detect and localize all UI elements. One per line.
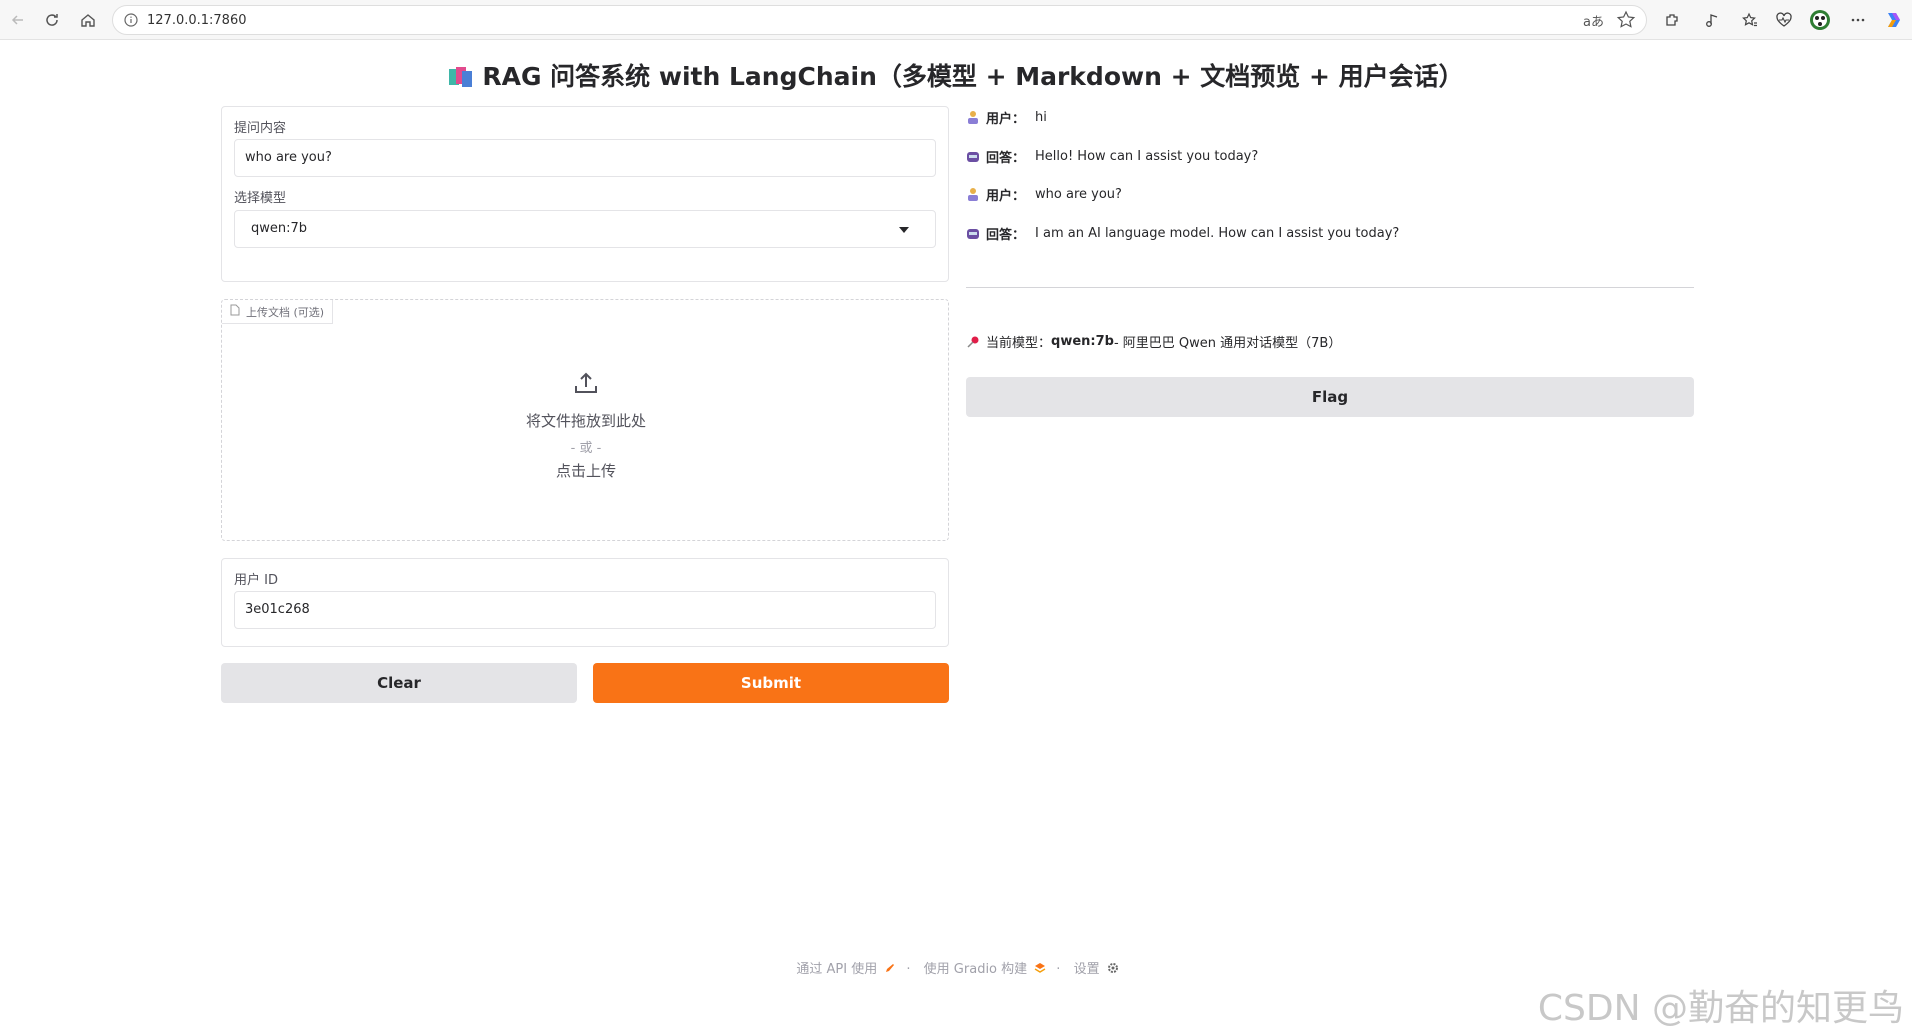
chat-speaker: 回答： <box>986 150 1026 166</box>
more-menu-icon[interactable] <box>1846 8 1870 32</box>
footer-built-text: 使用 Gradio 构建 <box>923 962 1028 977</box>
user-avatar-icon <box>968 188 978 201</box>
rocket-icon <box>886 964 895 972</box>
model-select[interactable]: qwen:7b <box>234 210 936 248</box>
flag-button[interactable]: Flag <box>966 377 1694 417</box>
home-icon[interactable] <box>76 8 100 32</box>
browser-toolbar: 127.0.0.1:7860 aあ <box>0 0 1912 40</box>
current-model-name: qwen:7b <box>1051 334 1114 349</box>
books-icon <box>449 67 473 87</box>
model-select-label: 选择模型 <box>234 191 287 206</box>
chat-text: hi <box>1035 109 1047 125</box>
user-id-panel: 用户 ID 3e01c268 <box>221 558 949 647</box>
upload-label-text: 上传文档 (可选) <box>246 306 325 319</box>
robot-icon <box>967 152 979 162</box>
chat-speaker: 用户： <box>986 188 1026 204</box>
chat-text: I am an AI language model. How can I ass… <box>1035 225 1400 241</box>
health-icon[interactable] <box>1772 8 1796 32</box>
user-id-label: 用户 ID <box>234 573 278 588</box>
gear-icon <box>1107 963 1118 973</box>
model-select-value: qwen:7b <box>251 221 308 236</box>
question-label: 提问内容 <box>234 121 287 136</box>
footer-gradio-link[interactable]: 使用 Gradio 构建 <box>921 962 1046 977</box>
favorite-star-icon[interactable] <box>1616 10 1636 30</box>
reload-icon[interactable] <box>40 8 64 32</box>
input-panel: 提问内容 who are you? 选择模型 qwen:7b <box>221 106 949 282</box>
upload-icon[interactable] <box>573 370 599 396</box>
read-aloud-icon[interactable]: aあ <box>1583 11 1604 30</box>
footer-separator: · <box>906 962 911 977</box>
submit-button[interactable]: Submit <box>593 663 949 703</box>
favorites-icon[interactable] <box>1738 8 1762 32</box>
user-id-input[interactable]: 3e01c268 <box>234 591 936 629</box>
divider <box>966 287 1694 288</box>
robot-icon <box>967 229 979 239</box>
chat-message: 回答： I am an AI language model. How can I… <box>966 223 1399 243</box>
clear-button[interactable]: Clear <box>221 663 577 703</box>
chat-message: 回答： Hello! How can I assist you today? <box>966 146 1258 166</box>
current-model-prefix: 当前模型： <box>986 336 1052 351</box>
page-title: RAG 问答系统 with LangChain（多模型 + Markdown +… <box>0 57 1912 93</box>
profile-avatar-icon[interactable] <box>1808 8 1832 32</box>
chat-text: who are you? <box>1035 186 1122 202</box>
site-info-icon[interactable] <box>123 12 139 28</box>
question-input[interactable]: who are you? <box>234 139 936 177</box>
footer: 通过 API 使用 · 使用 Gradio 构建 · 设置 <box>0 958 1912 977</box>
url-text: 127.0.0.1:7860 <box>147 13 247 28</box>
footer-api-text: 通过 API 使用 <box>796 962 878 977</box>
gradio-app: RAG 问答系统 with LangChain（多模型 + Markdown +… <box>0 41 1912 1029</box>
upload-click-text[interactable]: 点击上传 <box>222 460 950 481</box>
footer-settings-text: 设置 <box>1073 962 1100 977</box>
address-bar[interactable]: 127.0.0.1:7860 aあ <box>112 5 1647 35</box>
footer-separator: · <box>1056 962 1061 977</box>
gradio-logo-icon <box>1034 963 1046 973</box>
upload-prompt[interactable]: 将文件拖放到此处 - 或 - 点击上传 <box>222 370 950 481</box>
upload-or-text: - 或 - <box>570 441 602 456</box>
chat-speaker: 用户： <box>986 111 1026 127</box>
current-model-info: 当前模型： qwen:7b - 阿里巴巴 Qwen 通用对话模型（7B） <box>966 332 1341 351</box>
chat-text: Hello! How can I assist you today? <box>1035 148 1259 164</box>
chat-speaker: 回答： <box>986 227 1026 243</box>
watermark: CSDN @勤奋的知更鸟 <box>1537 988 1904 1029</box>
media-icon[interactable] <box>1700 8 1724 32</box>
back-icon[interactable] <box>6 8 30 32</box>
chat-message: 用户： who are you? <box>966 184 1122 204</box>
footer-settings-link[interactable]: 设置 <box>1071 962 1119 977</box>
current-model-desc: - 阿里巴巴 Qwen 通用对话模型（7B） <box>1113 336 1342 351</box>
user-avatar-icon <box>968 111 978 124</box>
chat-message: 用户： hi <box>966 107 1047 127</box>
file-upload-dropzone[interactable]: 上传文档 (可选) 将文件拖放到此处 - 或 - 点击上传 <box>221 299 949 541</box>
copilot-icon[interactable] <box>1882 8 1906 32</box>
footer-api-link[interactable]: 通过 API 使用 <box>793 962 896 977</box>
extensions-icon[interactable] <box>1660 8 1684 32</box>
file-icon <box>230 304 240 316</box>
upload-label: 上传文档 (可选) <box>222 300 334 324</box>
chevron-down-icon[interactable] <box>899 227 909 233</box>
pushpin-icon <box>967 336 979 348</box>
page-title-text: RAG 问答系统 with LangChain（多模型 + Markdown +… <box>482 62 1464 91</box>
upload-drop-text: 将文件拖放到此处 <box>525 412 646 430</box>
